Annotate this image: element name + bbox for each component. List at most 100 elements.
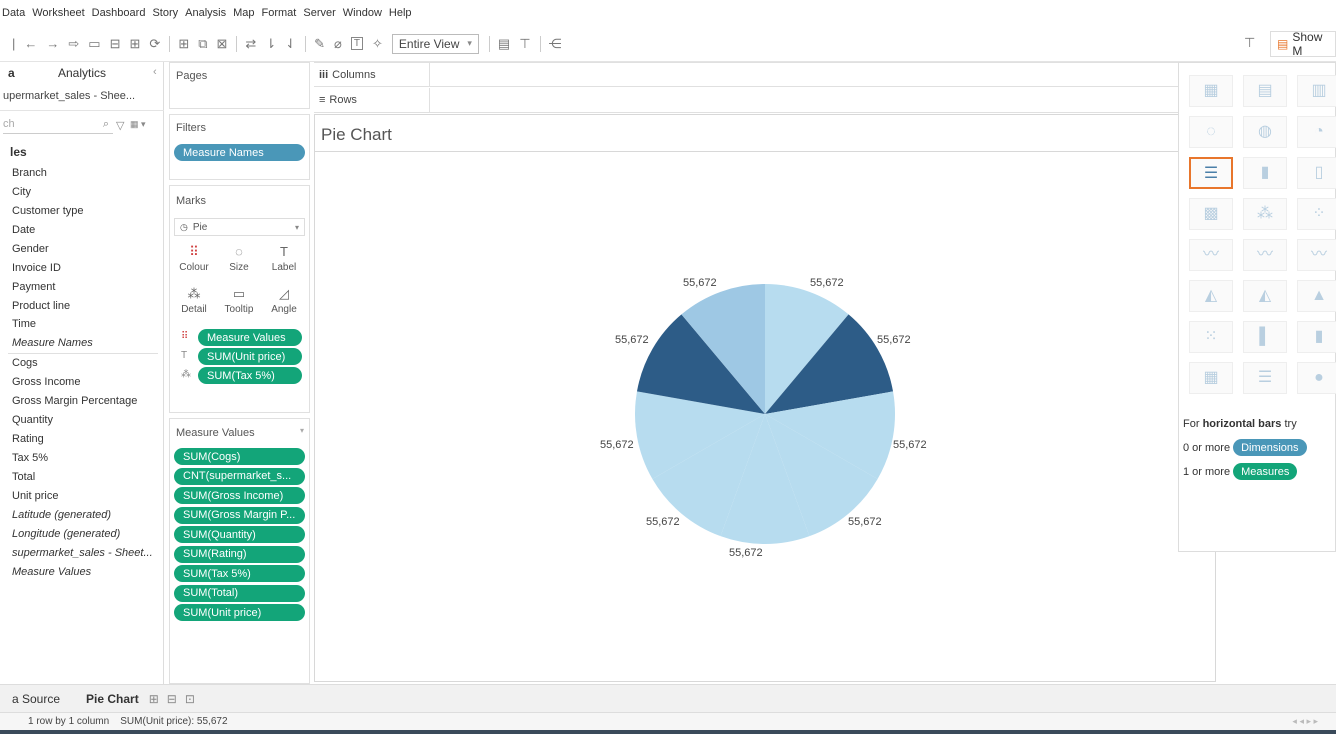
measure-field[interactable]: Longitude (generated) [12, 528, 120, 540]
menu-item-story[interactable]: Story [152, 7, 178, 19]
menu-item-window[interactable]: Window [343, 7, 382, 19]
chart-type-thumbnail[interactable]: ▲ [1297, 280, 1336, 312]
duplicate-icon[interactable]: ⧉ [198, 36, 207, 52]
measure-field[interactable]: Rating [12, 433, 44, 445]
undo-icon[interactable]: ← [24, 36, 37, 51]
share-icon[interactable]: ⋲ [549, 36, 562, 52]
measure-value-pill[interactable]: SUM(Tax 5%) [174, 565, 305, 582]
mark-button-tooltip[interactable]: ▭ Tooltip [221, 284, 257, 322]
presentation-icon[interactable]: ⊤ [519, 36, 530, 52]
measure-field[interactable]: supermarket_sales - Sheet... [12, 547, 153, 559]
search-field[interactable]: ch ⌕ [3, 118, 113, 134]
group-icon[interactable]: ⌀ [334, 36, 342, 52]
chart-type-thumbnail[interactable]: ☰ [1189, 157, 1233, 189]
dimension-field[interactable]: Invoice ID [12, 262, 61, 274]
mark-type-dropdown[interactable]: ◷ Pie ▾ [174, 218, 305, 236]
view-options-icon[interactable]: ▦ ▾ [130, 119, 146, 130]
tab-analytics[interactable]: Analytics [58, 62, 106, 84]
sort-ascending-icon[interactable]: ⇂ [265, 36, 276, 52]
chart-type-thumbnail[interactable]: ▦ [1189, 75, 1233, 107]
refresh-icon[interactable]: ⟳ [149, 36, 160, 52]
highlight-icon[interactable]: ✎ [314, 36, 325, 52]
chart-type-thumbnail[interactable]: ◔ [1297, 116, 1336, 148]
save-icon[interactable]: ▭ [88, 36, 100, 52]
chart-type-thumbnail[interactable]: ◭ [1189, 280, 1233, 312]
tab-data-source[interactable]: a Source [12, 692, 60, 706]
swap-icon[interactable]: ⇄ [245, 36, 256, 52]
labels-icon[interactable]: T [350, 37, 363, 50]
chart-type-thumbnail[interactable]: 〰 [1297, 239, 1336, 271]
dimension-field[interactable]: City [12, 186, 31, 198]
dimension-field[interactable]: Payment [12, 281, 55, 293]
mark-button-angle[interactable]: ◿ Angle [266, 284, 302, 322]
filters-card[interactable]: Filters Measure Names [169, 114, 310, 180]
measure-field[interactable]: Gross Income [12, 376, 80, 388]
mark-pill[interactable]: Measure Values [198, 329, 302, 346]
chart-type-thumbnail[interactable]: ▦ [1189, 362, 1233, 394]
chart-type-thumbnail[interactable]: 〰 [1189, 239, 1233, 271]
dimension-field[interactable]: Branch [12, 167, 47, 179]
pin-icon[interactable]: ✧ [372, 36, 383, 52]
columns-shelf[interactable]: iii Columns [314, 62, 1178, 87]
filter-icon[interactable]: ▽ [116, 119, 124, 132]
nav-arrows-icon[interactable]: ◂ ◂ ▸ ▸ [1292, 716, 1318, 727]
sheet-title[interactable]: Pie Chart [321, 125, 392, 145]
chart-type-thumbnail[interactable]: ▯ [1297, 157, 1336, 189]
pages-card[interactable]: Pages [169, 62, 310, 109]
chart-type-thumbnail[interactable]: ▩ [1189, 198, 1233, 230]
measure-field[interactable]: Cogs [12, 357, 38, 369]
measure-value-pill[interactable]: CNT(supermarket_s... [174, 467, 305, 485]
chart-type-thumbnail[interactable]: ● [1297, 362, 1336, 394]
collapse-icon[interactable]: ‹ [153, 66, 157, 78]
measure-value-pill[interactable]: SUM(Gross Income) [174, 487, 305, 504]
menu-item-help[interactable]: Help [389, 7, 412, 19]
new-worksheet-icon[interactable]: ⊞ [149, 692, 159, 706]
dimension-field[interactable]: Customer type [12, 205, 84, 217]
measure-value-pill[interactable]: SUM(Total) [174, 584, 305, 602]
new-datasource-icon[interactable]: ⊟ [110, 36, 121, 52]
fit-dropdown[interactable]: Entire View ▾ [391, 33, 479, 54]
measure-field[interactable]: Gross Margin Percentage [12, 395, 137, 407]
chart-type-thumbnail[interactable]: 〰 [1243, 239, 1287, 271]
measure-field[interactable]: Total [12, 471, 35, 483]
measure-field[interactable]: Tax 5% [12, 452, 48, 464]
sort-descending-icon[interactable]: ⇃ [285, 36, 296, 52]
chart-type-thumbnail[interactable]: ▤ [1243, 75, 1287, 107]
mark-button-size[interactable]: ◌ Size [221, 242, 257, 280]
chart-type-thumbnail[interactable]: ▌ [1243, 321, 1287, 353]
chart-type-thumbnail[interactable]: ◭ [1243, 280, 1287, 312]
measure-field[interactable]: Measure Values [12, 566, 91, 578]
measure-field[interactable]: Latitude (generated) [12, 509, 111, 521]
chart-type-thumbnail[interactable]: ⁂ [1243, 198, 1287, 230]
mark-pill[interactable]: SUM(Unit price) [198, 348, 302, 365]
new-story-icon[interactable]: ⊡ [185, 692, 195, 706]
chart-type-thumbnail[interactable]: ▥ [1297, 75, 1336, 107]
chart-type-thumbnail[interactable]: ☰ [1243, 362, 1287, 394]
menu-item-server[interactable]: Server [303, 7, 335, 19]
measure-field[interactable]: Unit price [12, 490, 58, 502]
menu-item-worksheet[interactable]: Worksheet [32, 7, 84, 19]
chart-type-thumbnail[interactable]: ▮ [1243, 157, 1287, 189]
dimension-field[interactable]: Gender [12, 243, 49, 255]
dimension-field[interactable]: Time [12, 318, 36, 330]
redo-icon[interactable]: → [46, 36, 59, 51]
menu-item-map[interactable]: Map [233, 7, 254, 19]
show-cards-icon[interactable]: ▤ [498, 36, 510, 52]
mark-button-detail[interactable]: ⁂ Detail [176, 284, 212, 322]
tab-pie-chart[interactable]: Pie Chart [86, 692, 139, 706]
chart-type-thumbnail[interactable]: ⁘ [1297, 198, 1336, 230]
rows-shelf[interactable]: ≡ Rows [314, 88, 1178, 113]
chevron-down-icon[interactable]: ▾ [300, 426, 304, 435]
mark-button-label[interactable]: T Label [266, 242, 302, 280]
datasource-name[interactable]: upermarket_sales - Shee... [3, 90, 135, 102]
chart-type-thumbnail[interactable]: ⁙ [1189, 321, 1233, 353]
menu-item-analysis[interactable]: Analysis [185, 7, 226, 19]
menu-item-data[interactable]: Data [2, 7, 25, 19]
measure-value-pill[interactable]: SUM(Quantity) [174, 526, 305, 543]
measure-value-pill[interactable]: SUM(Gross Margin P... [174, 506, 305, 524]
measure-field[interactable]: Quantity [12, 414, 53, 426]
chart-type-thumbnail[interactable]: ◌ [1189, 116, 1233, 148]
measure-value-pill[interactable]: SUM(Unit price) [174, 604, 305, 621]
chart-type-thumbnail[interactable]: ▮ [1297, 321, 1336, 353]
mark-button-colour[interactable]: ⠿ Colour [176, 242, 212, 280]
